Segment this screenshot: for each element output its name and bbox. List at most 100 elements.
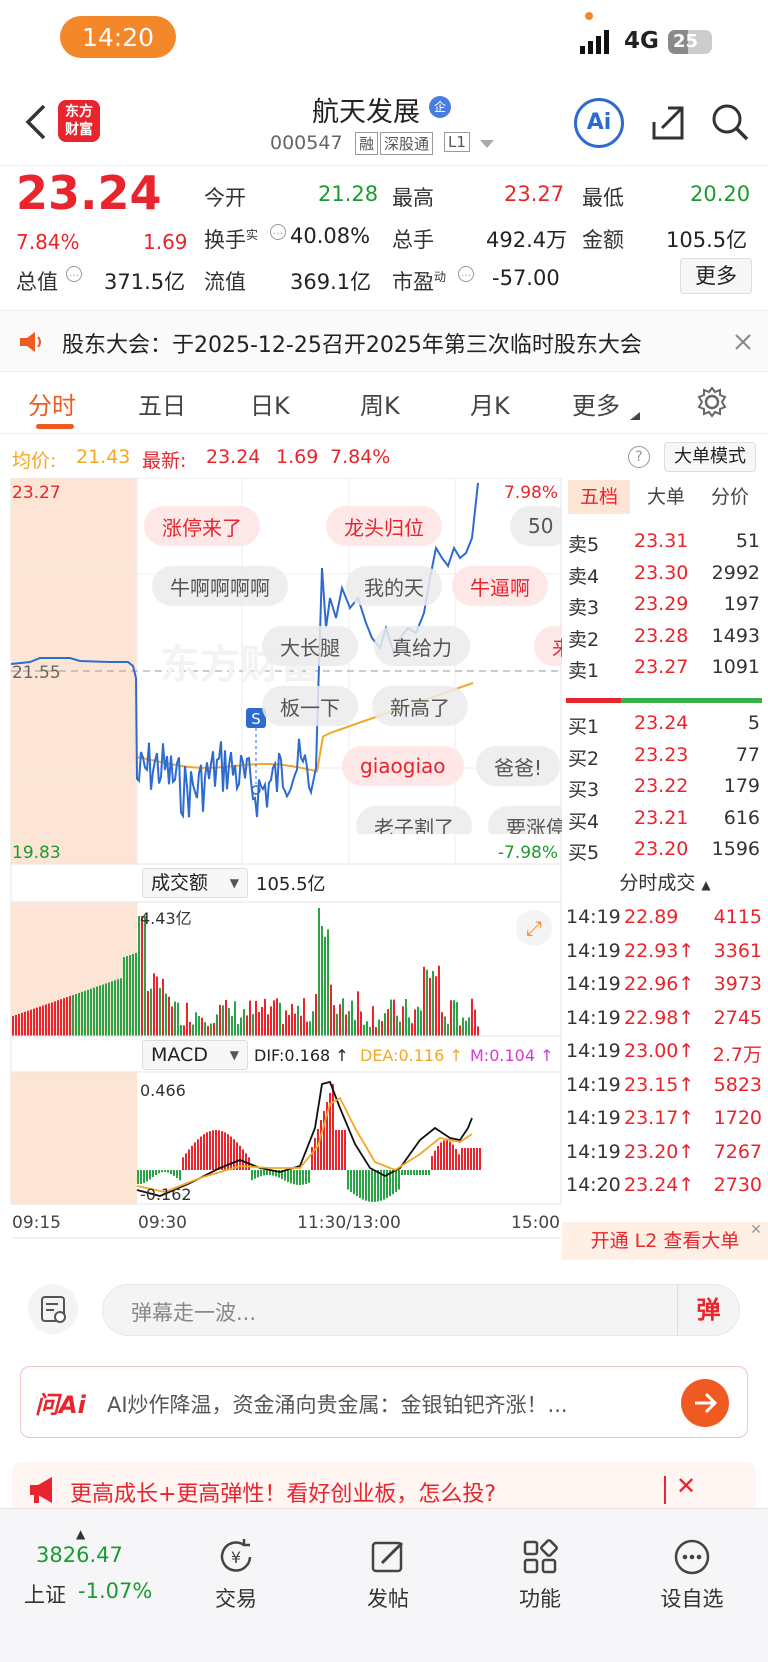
nav-functions[interactable]: 功能 (480, 1537, 600, 1613)
level-label: 卖5 (568, 534, 600, 556)
level-label: 卖2 (568, 628, 600, 651)
l2-promo[interactable]: 开通 L2 查看大单 (562, 1222, 768, 1260)
ai-label: Ai (586, 110, 612, 135)
tab-daily[interactable]: 日K (250, 386, 290, 421)
mktcap-info-icon[interactable]: … (66, 266, 82, 282)
l2-close-icon[interactable]: ✕ (746, 1222, 766, 1240)
tick-row[interactable]: 14:19 22.93↑ 3361 (566, 940, 762, 972)
amount-value: 105.5亿 (666, 228, 748, 252)
tick-volume: 3361 (713, 939, 762, 962)
orderbook-tab-five[interactable]: 五档 (568, 480, 630, 514)
shareholder-notice[interactable]: 股东大会：于2025-12-25召开2025年第三次临时股东大会 (0, 310, 768, 372)
nav-post[interactable]: 发帖 (328, 1537, 448, 1613)
tab-more[interactable]: 更多 (572, 386, 620, 421)
tick-row[interactable]: 14:19 22.98↑ 2745 (566, 1007, 762, 1039)
tick-volume: 1720 (713, 1107, 762, 1129)
time-axis-close: 15:00 (511, 1213, 560, 1233)
orderbook-row[interactable]: 卖5 23.31 51 (566, 530, 760, 560)
last-price: 23.24 (16, 166, 162, 220)
tab-intraday[interactable]: 分时 (28, 386, 76, 421)
orderbook-row[interactable]: 买3 23.22 179 (566, 775, 760, 805)
danmaku-input[interactable]: 弹幕走一波... 弹 (102, 1284, 740, 1336)
nav-watchlist-label: 设自选 (660, 1587, 724, 1611)
expand-icon[interactable]: ⤢ (516, 910, 552, 946)
ai-news-bar[interactable]: 问Ai AI炒作降温，资金涌向贵金属：金银铂钯齐涨！... (20, 1366, 748, 1438)
share-icon[interactable] (648, 102, 688, 142)
promo-close-icon[interactable]: ✕ (676, 1472, 696, 1500)
macd-min-label: -0.162 (140, 1185, 192, 1204)
more-icon (674, 1539, 710, 1575)
danmaku-bubble[interactable]: 我的天 (346, 566, 442, 606)
macd-selector[interactable]: MACD ▼ (142, 1040, 248, 1070)
danmaku-bubble[interactable]: 要涨停 (488, 806, 562, 834)
tick-row[interactable]: 14:19 23.15↑ 5823 (566, 1074, 762, 1106)
orderbook-tabs: 五档 大单 分价 (562, 478, 768, 516)
big-order-mode-button[interactable]: 大单模式 (664, 442, 756, 472)
tick-row[interactable]: 14:20 23.24↑ 2730 (566, 1174, 762, 1206)
tick-row[interactable]: 14:19 22.96↑ 3973 (566, 973, 762, 1005)
tick-row[interactable]: 14:19 23.17↑ 1720 (566, 1107, 762, 1139)
tick-price: 22.96↑ (624, 973, 695, 995)
orderbook-row[interactable]: 卖1 23.27 1091 (566, 656, 760, 686)
collapse-arrow-icon[interactable]: ▲ (701, 878, 710, 892)
orderbook-tab-price[interactable]: 分价 (700, 480, 760, 514)
ai-button[interactable]: Ai (574, 98, 624, 148)
danmaku-bubble[interactable]: 牛啊啊啊啊 (152, 566, 288, 606)
low-label: 最低 (582, 186, 624, 210)
stock-code: 000547 (270, 132, 343, 154)
help-icon[interactable]: ? (628, 446, 650, 468)
pe-info-icon[interactable]: … (458, 266, 474, 282)
settings-icon[interactable] (696, 386, 728, 418)
danmaku-bubble[interactable]: 龙头归位 (326, 506, 442, 546)
orderbook-row[interactable]: 买4 23.21 616 (566, 807, 760, 837)
turnover-sup: 实 (246, 228, 259, 242)
tab-weekly[interactable]: 周K (360, 386, 400, 421)
danmaku-bubble[interactable]: 新高了 (372, 686, 468, 726)
danmaku-bubble[interactable]: 来 (534, 626, 562, 666)
danmaku-bubble[interactable]: 爸爸! (476, 746, 561, 786)
tick-time: 14:19 (566, 1107, 621, 1129)
orderbook-row[interactable]: 卖4 23.30 2992 (566, 562, 760, 592)
search-icon[interactable] (710, 102, 750, 142)
danmaku-bubble[interactable]: 牛逼啊 (452, 566, 548, 606)
orderbook-row[interactable]: 买5 23.20 1596 (566, 838, 760, 868)
nav-trade[interactable]: ¥ 交易 (176, 1537, 296, 1613)
danmaku-bubble[interactable]: 50 (510, 506, 562, 546)
nav-watchlist[interactable]: 设自选 (632, 1537, 752, 1613)
code-dropdown-icon[interactable] (480, 140, 494, 150)
index-ticker[interactable]: ▲ 3826.47 上证 -1.07% (20, 1523, 170, 1613)
tick-row[interactable]: 14:19 23.20↑ 7267 (566, 1141, 762, 1173)
note-icon[interactable] (28, 1284, 78, 1334)
level-volume: 1091 (711, 656, 760, 678)
tick-row[interactable]: 14:19 22.89 4115 (566, 906, 762, 938)
turnover-info-icon[interactable]: … (270, 224, 286, 240)
close-icon[interactable] (734, 333, 752, 351)
volume-selector[interactable]: 成交额 ▼ (142, 868, 248, 898)
more-button[interactable]: 更多 (680, 258, 752, 294)
danmaku-bubble[interactable]: 大长腿 (262, 626, 358, 666)
tab-monthly[interactable]: 月K (470, 386, 510, 421)
pe-label: 市盈动 (392, 266, 446, 296)
tick-row[interactable]: 14:19 23.00↑ 2.7万 (566, 1040, 762, 1072)
danmaku-send-button[interactable]: 弹 (677, 1285, 739, 1335)
tick-time: 14:19 (566, 939, 621, 962)
tick-price: 23.24↑ (624, 1174, 695, 1196)
orderbook-row[interactable]: 卖3 23.29 197 (566, 593, 760, 623)
level-price: 23.20 (634, 838, 689, 860)
orderbook-row[interactable]: 买2 23.23 77 (566, 744, 760, 774)
danmaku-bubble[interactable]: 老子割了 (356, 806, 472, 834)
orderbook-tab-big[interactable]: 大单 (638, 480, 694, 514)
danmaku-bubble[interactable]: 板一下 (262, 686, 358, 726)
orderbook-row[interactable]: 买1 23.24 5 (566, 712, 760, 742)
turnover-value: 40.08% (290, 224, 371, 248)
stock-name: 航天发展 (312, 97, 420, 128)
orderbook-row[interactable]: 卖2 23.28 1493 (566, 625, 760, 655)
volume-selector-label: 成交额 (151, 872, 209, 894)
back-icon[interactable] (24, 102, 48, 142)
danmaku-bubble[interactable]: 涨停来了 (144, 506, 260, 546)
danmaku-bubble[interactable]: 真给力 (374, 626, 470, 666)
tab-five-day[interactable]: 五日 (138, 386, 186, 421)
edit-icon (371, 1541, 404, 1573)
ai-go-button[interactable] (681, 1379, 729, 1427)
danmaku-bubble[interactable]: giaogiao (342, 746, 464, 786)
